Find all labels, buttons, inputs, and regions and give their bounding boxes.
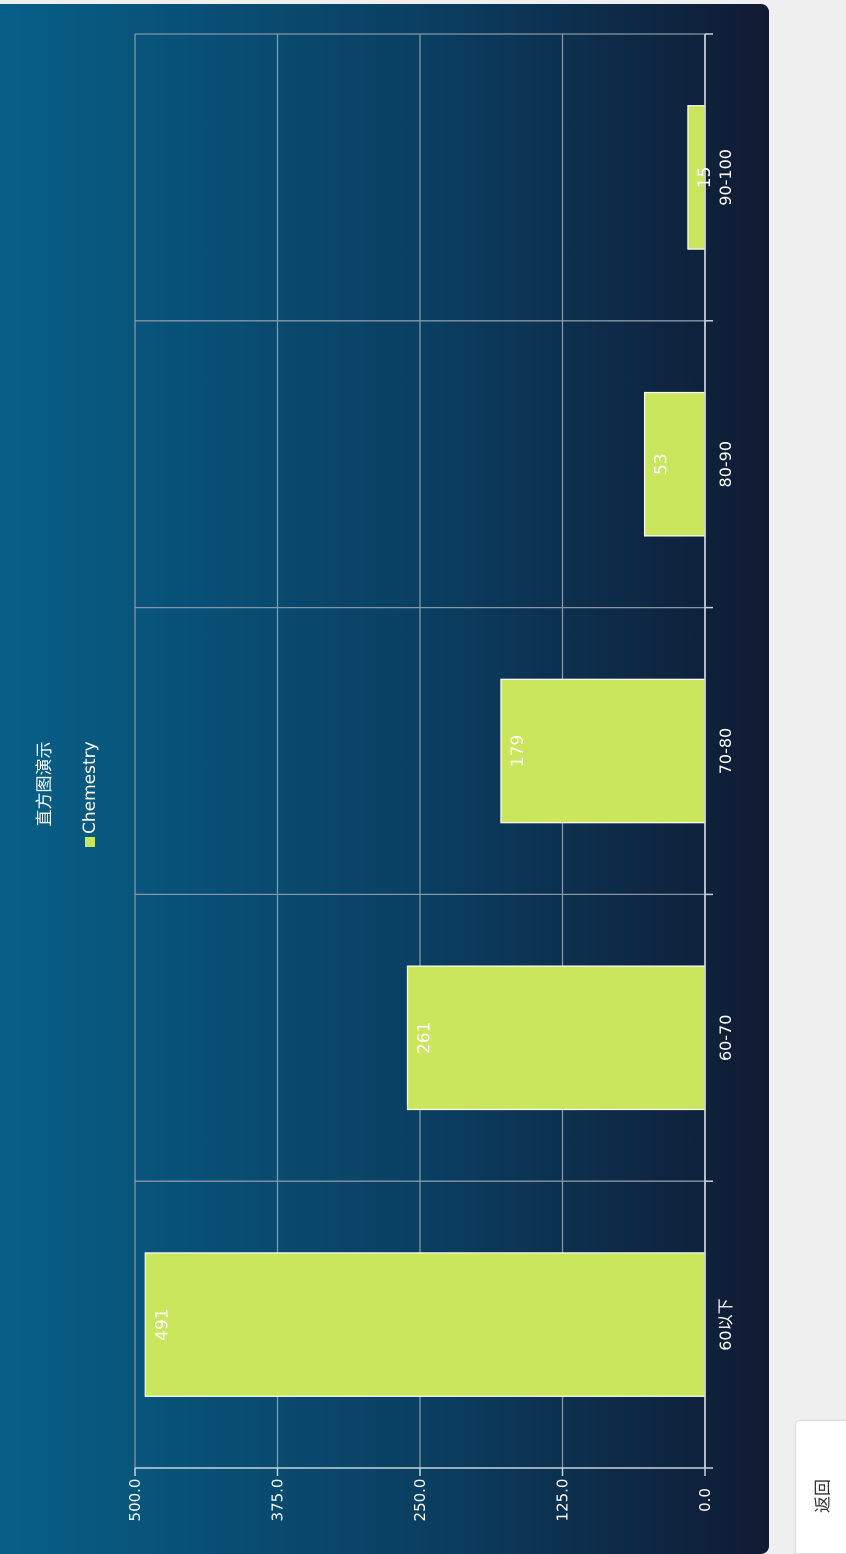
legend: Chemestry [80, 741, 100, 847]
value-tick-label: 375.0 [269, 1479, 287, 1522]
category-label: 60以下 [716, 1298, 735, 1350]
legend-label: Chemestry [80, 741, 100, 834]
bar-value-label: 491 [152, 1308, 172, 1340]
bar-value-label: 15 [695, 167, 715, 189]
bar [406, 965, 706, 1111]
bar [500, 678, 706, 824]
value-tick-label: 500.0 [126, 1479, 144, 1522]
histogram-chart: 0.0 125.0 250.0 375.0 500.0 491 60以下 261 60-70 17… [35, 33, 735, 1522]
category-label: 60-70 [716, 1015, 735, 1062]
bar [144, 1252, 706, 1397]
bar-value-label: 179 [508, 735, 528, 767]
back-button[interactable]: 返回 [795, 1420, 846, 1554]
bar-value-label: 261 [414, 1022, 434, 1054]
value-tick-label: 125.0 [554, 1479, 572, 1522]
category-label: 80-90 [716, 441, 735, 488]
value-tick-label: 250.0 [411, 1479, 429, 1522]
bar-value-label: 53 [652, 453, 672, 475]
category-label: 70-80 [716, 728, 735, 775]
chart-panel: 0.0 125.0 250.0 375.0 500.0 491 60以下 261 60-70 17… [0, 4, 769, 1554]
back-button-label: 返回 [813, 1479, 834, 1513]
chart-title: 直方图演示 [35, 742, 55, 827]
bars [144, 105, 706, 1397]
value-tick-label: 0.0 [696, 1488, 714, 1512]
category-label: 90-100 [716, 149, 735, 206]
legend-swatch [85, 837, 95, 847]
